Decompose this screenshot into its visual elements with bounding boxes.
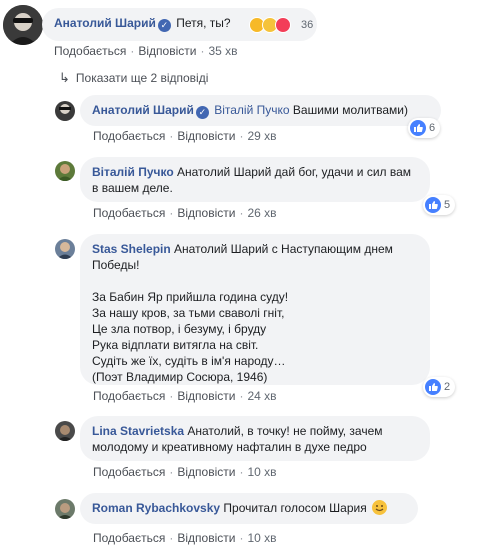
reaction-count: 36 [301, 19, 314, 31]
like-button[interactable]: Подобається [93, 531, 165, 545]
love-icon [275, 17, 291, 33]
poem-line: За Бабин Яр прийшла година суду! [92, 290, 289, 304]
poem-line: (Поэт Владимир Сосюра, 1946) [92, 370, 268, 384]
reply-bubble: Roman Rybachkovsky Прочитал голосом Шари… [80, 493, 418, 524]
reply-text: Прочитал голосом Шария [223, 501, 367, 515]
avatar[interactable] [55, 421, 75, 441]
show-more-replies-link[interactable]: ↳ Показати ще 2 відповіді [59, 70, 208, 86]
like-count: 5 [444, 199, 451, 211]
show-more-label: Показати ще 2 відповіді [75, 71, 209, 85]
verified-icon: ✓ [157, 19, 171, 32]
smile-emoji-icon [372, 500, 388, 515]
reply-bubble: Анатолий Шарий ✓ Віталій Пучко Вашими мол… [80, 95, 441, 126]
avatar[interactable] [55, 101, 75, 121]
reply-button[interactable]: Відповісти [177, 531, 235, 545]
reply-time[interactable]: 24 хв [247, 389, 276, 403]
reply-bubble: Stas Shelepin Анатолий Шарий с Наступающ… [80, 234, 430, 385]
reply-author[interactable]: Stas Shelepin [92, 242, 171, 256]
mention-link[interactable]: Віталій Пучко [214, 103, 289, 117]
poem-line: За нашу кров, за тьми сваволі гніт, [92, 306, 285, 320]
avatar[interactable] [3, 5, 43, 45]
comment-actions: Подобається · Відповісти · 35 хв [54, 44, 238, 58]
reply-actions: Подобається · Відповісти · 26 хв [93, 206, 277, 220]
reply-author[interactable]: Віталій Пучко [92, 165, 174, 179]
likes-summary[interactable]: 6 [408, 118, 441, 138]
reply-button[interactable]: Відповісти [177, 129, 235, 143]
poem-line: Судіть же їх, судіть в ім'я народу… [92, 354, 286, 368]
reply-button[interactable]: Відповісти [177, 465, 235, 479]
like-icon [425, 197, 441, 213]
like-button[interactable]: Подобається [54, 44, 126, 58]
like-button[interactable]: Подобається [93, 465, 165, 479]
like-count: 2 [444, 381, 451, 393]
reply-button[interactable]: Відповісти [177, 389, 235, 403]
reply-arrow-icon: ↳ [59, 70, 70, 85]
comment-text: Петя, ты? [176, 16, 231, 30]
like-icon [425, 379, 441, 395]
reply-author[interactable]: Roman Rybachkovsky [92, 501, 220, 515]
reply-time[interactable]: 10 хв [247, 531, 276, 545]
like-icon [410, 120, 426, 136]
verified-icon: ✓ [195, 106, 209, 119]
reply-button[interactable]: Відповісти [177, 206, 235, 220]
reply-actions: Подобається · Відповісти · 24 хв [93, 389, 277, 403]
reply-text: Вашими молитвами) [292, 103, 408, 117]
likes-summary[interactable]: 2 [423, 377, 456, 397]
avatar[interactable] [55, 239, 75, 259]
reply-time[interactable]: 10 хв [247, 465, 276, 479]
poem-line: Це зла потвор, і безуму, і бруду [92, 322, 267, 336]
reply-actions: Подобається · Відповісти · 29 хв [93, 129, 277, 143]
likes-summary[interactable]: 5 [423, 195, 456, 215]
reply-actions: Подобається · Відповісти · 10 хв [93, 465, 277, 479]
reply-bubble: Віталій Пучко Анатолий Шарий дай бог, уд… [80, 157, 430, 202]
reply-bubble: Lina Stavrietska Анатолий, в точку! не п… [80, 416, 430, 461]
reply-button[interactable]: Відповісти [138, 44, 196, 58]
poem-block: За Бабин Яр прийшла година суду! За нашу… [92, 289, 418, 385]
comment-author[interactable]: Анатолий Шарий [54, 16, 156, 30]
avatar[interactable] [55, 499, 75, 519]
comment-time[interactable]: 35 хв [208, 44, 237, 58]
avatar[interactable] [55, 161, 75, 181]
reply-time[interactable]: 29 хв [247, 129, 276, 143]
reply-time[interactable]: 26 хв [247, 206, 276, 220]
reply-author[interactable]: Анатолий Шарий [92, 103, 194, 117]
poem-line: Рука відплати витягла на світ. [92, 338, 259, 352]
reply-actions: Подобається · Відповісти · 10 хв [93, 531, 277, 545]
reactions-summary[interactable]: 36 [247, 15, 318, 35]
reply-author[interactable]: Lina Stavrietska [92, 424, 184, 438]
like-count: 6 [429, 122, 436, 134]
like-button[interactable]: Подобається [93, 389, 165, 403]
like-button[interactable]: Подобається [93, 129, 165, 143]
like-button[interactable]: Подобається [93, 206, 165, 220]
